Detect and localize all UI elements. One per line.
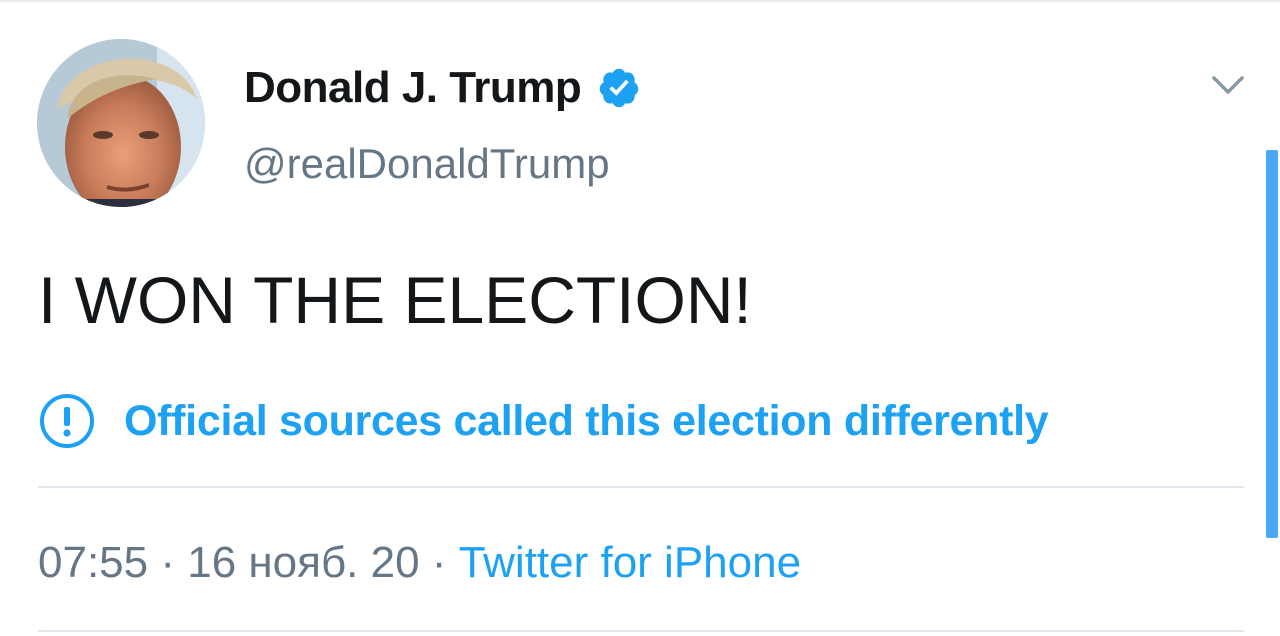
tweet-meta: 07:55 · 16 нояб. 20 · Twitter for iPhone	[38, 538, 801, 588]
avatar[interactable]	[37, 39, 205, 207]
election-notice[interactable]: Official sources called this election di…	[38, 392, 1049, 450]
tweet-text: I WON THE ELECTION!	[38, 263, 752, 337]
tweet-time[interactable]: 07:55	[38, 538, 148, 587]
chevron-down-icon[interactable]	[1208, 68, 1248, 104]
scrollbar[interactable]	[1266, 150, 1278, 538]
exclamation-circle-icon	[38, 392, 96, 450]
notice-text[interactable]: Official sources called this election di…	[124, 397, 1049, 446]
tweet-date[interactable]: 16 нояб. 20	[187, 538, 419, 587]
tweet-source[interactable]: Twitter for iPhone	[459, 538, 801, 587]
meta-separator: ·	[148, 538, 188, 587]
display-name-row[interactable]: Donald J. Trump	[244, 60, 641, 116]
tweet: Donald J. Trump @realDonaldTrump I WON T…	[0, 0, 1280, 636]
divider	[38, 630, 1244, 632]
user-handle[interactable]: @realDonaldTrump	[244, 140, 610, 188]
meta-separator: ·	[419, 538, 459, 587]
verified-badge-icon	[597, 66, 641, 110]
divider	[38, 486, 1244, 488]
display-name[interactable]: Donald J. Trump	[244, 63, 582, 113]
